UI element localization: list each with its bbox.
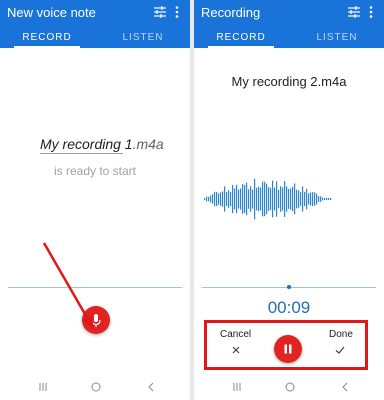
recording-timer: 00:09 [267, 298, 311, 317]
done-label[interactable]: Done [329, 329, 353, 340]
tab-listen[interactable]: LISTEN [304, 30, 370, 48]
system-nav-bar [194, 372, 384, 400]
recent-apps-icon[interactable] [232, 382, 242, 392]
system-nav-bar [0, 372, 190, 400]
app-bar: Recording RECORD LISTEN [194, 0, 384, 48]
app-bar-title: Recording [201, 5, 261, 20]
back-icon[interactable] [146, 382, 156, 392]
pause-icon [284, 344, 292, 354]
playhead-marker [287, 285, 291, 289]
new-voice-note-screen: New voice note RECORD LISTEN My recordin… [0, 0, 190, 400]
recent-apps-icon[interactable] [38, 382, 48, 392]
pause-button[interactable] [274, 335, 302, 363]
recording-filename: My recording 2.m4a [231, 74, 347, 89]
check-icon[interactable] [334, 344, 346, 356]
home-icon[interactable] [91, 382, 101, 392]
back-icon[interactable] [340, 382, 350, 392]
cancel-label[interactable]: Cancel [220, 329, 251, 340]
recording-screen: Recording RECORD LISTEN My recording 2.m… [194, 0, 384, 400]
tune-icon[interactable] [347, 5, 361, 19]
waveform [204, 178, 332, 220]
close-icon[interactable] [230, 344, 242, 356]
active-tab-indicator [208, 46, 274, 48]
home-icon[interactable] [285, 382, 295, 392]
more-vert-icon[interactable] [368, 5, 374, 19]
annotation-arrow [42, 242, 94, 330]
